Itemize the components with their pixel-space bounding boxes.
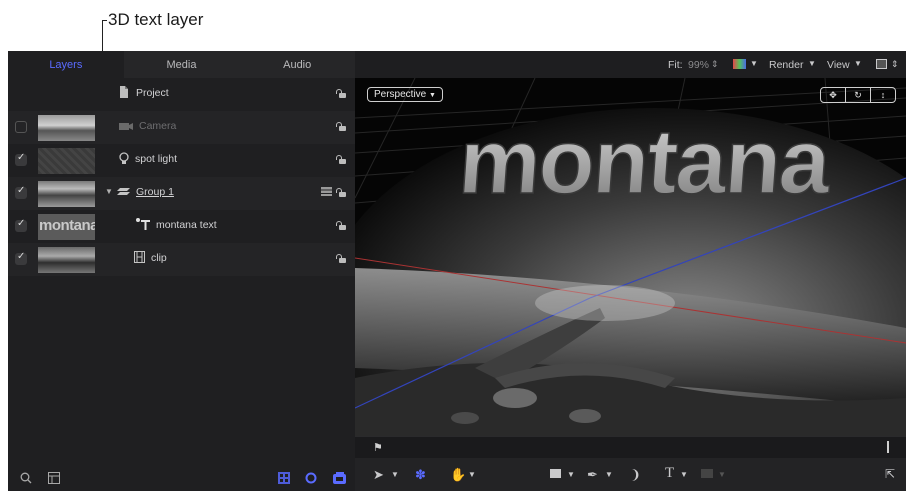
lock-icon[interactable] xyxy=(336,254,346,263)
layer-thumbnail: montana xyxy=(38,214,95,240)
fit-stepper-icon[interactable]: ⇕ xyxy=(711,59,719,70)
chevron-down-icon: ▼ xyxy=(429,92,436,99)
layer-name: spot light xyxy=(135,153,178,165)
mask-tool-icon xyxy=(701,469,713,478)
canvas-tools-bar: ➤ ▼ ✽ ✋ ▼ ▼ ✒ ▼ ❩ T ▼ ▼ ⇱ xyxy=(355,458,906,491)
camera-menu[interactable]: Perspective ▼ xyxy=(367,87,443,102)
thumbnail-text: montana xyxy=(39,217,95,234)
layer-checkbox[interactable] xyxy=(15,121,27,133)
callout-line-top-tick xyxy=(102,20,107,21)
mini-timeline[interactable]: ⚑ xyxy=(355,436,906,458)
panel-tabs: Layers Media Audio xyxy=(8,51,355,78)
chevron-down-icon[interactable]: ▼ xyxy=(468,470,476,479)
layers-panel-footer xyxy=(8,469,355,491)
3d-view-tools: ✥ ↻ ↕ xyxy=(820,87,896,103)
lock-icon[interactable] xyxy=(336,221,346,230)
playhead-start-icon[interactable]: ⚑ xyxy=(373,441,383,454)
disclosure-triangle-icon[interactable]: ▼ xyxy=(105,187,117,200)
shape-rectangle-icon[interactable] xyxy=(550,469,561,478)
select-arrow-icon[interactable]: ➤ xyxy=(373,467,384,483)
text-layer-icon xyxy=(135,217,150,230)
scene-3d-text: montana xyxy=(456,110,835,213)
chevron-down-icon[interactable]: ▼ xyxy=(605,470,613,479)
chevron-down-icon[interactable]: ▼ xyxy=(750,59,758,68)
lock-icon[interactable] xyxy=(336,155,346,164)
fit-label: Fit: xyxy=(668,59,683,71)
group-icon xyxy=(117,187,130,200)
layer-row-camera[interactable]: Camera xyxy=(8,111,355,144)
canvas-toolbar: Fit: 99% ⇕ ▼ Render ▼ View ▼ ⇕ xyxy=(355,51,906,78)
layer-name: clip xyxy=(151,252,167,264)
light-icon xyxy=(119,152,131,165)
layer-thumbnail xyxy=(38,247,95,273)
render-menu[interactable]: Render xyxy=(769,59,803,71)
layer-row-montana-text[interactable]: montana montana text xyxy=(8,210,355,243)
layers-stack-icon xyxy=(321,187,333,200)
layer-row-clip[interactable]: clip xyxy=(8,243,355,276)
layer-thumbnail xyxy=(38,148,95,174)
text-tool-icon[interactable]: T xyxy=(665,465,674,482)
canvas-viewport[interactable]: montana Perspective ▼ ✥ ↻ ↕ xyxy=(355,78,906,436)
layers-panel: Layers Media Audio Project Camera ✓ spot… xyxy=(8,51,355,491)
callout-3d-text-layer: 3D text layer xyxy=(108,10,204,29)
paint-stroke-icon[interactable]: ❩ xyxy=(630,467,641,483)
layer-checkbox[interactable] xyxy=(15,185,27,199)
pen-tool-icon[interactable]: ✒ xyxy=(587,467,598,483)
layer-name: montana text xyxy=(156,219,217,231)
layer-name: Group 1 xyxy=(136,186,174,198)
dolly-3d-icon[interactable]: ↕ xyxy=(871,88,895,102)
layout-icon[interactable] xyxy=(876,59,887,69)
tab-audio[interactable]: Audio xyxy=(239,51,355,78)
camera-menu-label: Perspective xyxy=(374,89,427,100)
layer-name: Camera xyxy=(139,120,177,132)
chevron-down-icon[interactable]: ▼ xyxy=(808,59,816,68)
thumbnail-toggle-icon[interactable] xyxy=(48,472,60,487)
lock-icon[interactable] xyxy=(336,188,346,197)
motion-app-window: Layers Media Audio Project Camera ✓ spot… xyxy=(8,51,906,491)
chevron-down-icon[interactable]: ▼ xyxy=(854,59,862,68)
chevron-down-icon: ▼ xyxy=(718,470,726,479)
layer-name: Project xyxy=(136,87,169,99)
view-menu[interactable]: View xyxy=(827,59,850,71)
lock-icon[interactable] xyxy=(336,122,346,131)
chevron-down-icon[interactable]: ▼ xyxy=(391,470,399,479)
canvas-area: Fit: 99% ⇕ ▼ Render ▼ View ▼ ⇕ montana P… xyxy=(355,51,906,491)
3d-transform-icon[interactable]: ✽ xyxy=(415,467,426,483)
layout-stepper-icon[interactable]: ⇕ xyxy=(891,59,899,70)
fullscreen-icon[interactable]: ⇱ xyxy=(885,467,895,481)
new-group-icon[interactable] xyxy=(333,472,346,487)
layer-thumbnail xyxy=(38,181,95,207)
layer-thumbnail xyxy=(38,115,95,141)
layer-row-spot-light[interactable]: spot light xyxy=(8,144,355,177)
fit-zoom-value[interactable]: 99% xyxy=(688,59,709,71)
camera-icon xyxy=(119,121,133,134)
layer-checkbox[interactable] xyxy=(15,218,27,232)
play-range-end-icon[interactable] xyxy=(887,441,889,453)
lock-icon[interactable] xyxy=(336,89,346,98)
pan-3d-icon[interactable]: ✥ xyxy=(821,88,846,102)
scene-render: montana xyxy=(355,78,906,436)
layer-row-group-1[interactable]: ▼ Group 1 xyxy=(8,177,355,210)
add-filter-icon[interactable] xyxy=(278,472,290,487)
tab-media[interactable]: Media xyxy=(124,51,240,78)
search-icon[interactable] xyxy=(20,472,32,487)
layer-checkbox[interactable] xyxy=(15,251,27,265)
chevron-down-icon[interactable]: ▼ xyxy=(680,470,688,479)
document-icon xyxy=(119,86,131,99)
layer-checkbox[interactable] xyxy=(15,152,27,166)
tab-layers[interactable]: Layers xyxy=(8,51,124,78)
orbit-3d-icon[interactable]: ↻ xyxy=(846,88,871,102)
chevron-down-icon[interactable]: ▼ xyxy=(567,470,575,479)
hand-pan-icon[interactable]: ✋ xyxy=(450,467,466,483)
layer-row-project[interactable]: Project xyxy=(8,78,355,111)
behavior-icon[interactable] xyxy=(305,472,317,487)
film-icon xyxy=(134,251,146,264)
color-channels-icon[interactable] xyxy=(733,59,746,69)
